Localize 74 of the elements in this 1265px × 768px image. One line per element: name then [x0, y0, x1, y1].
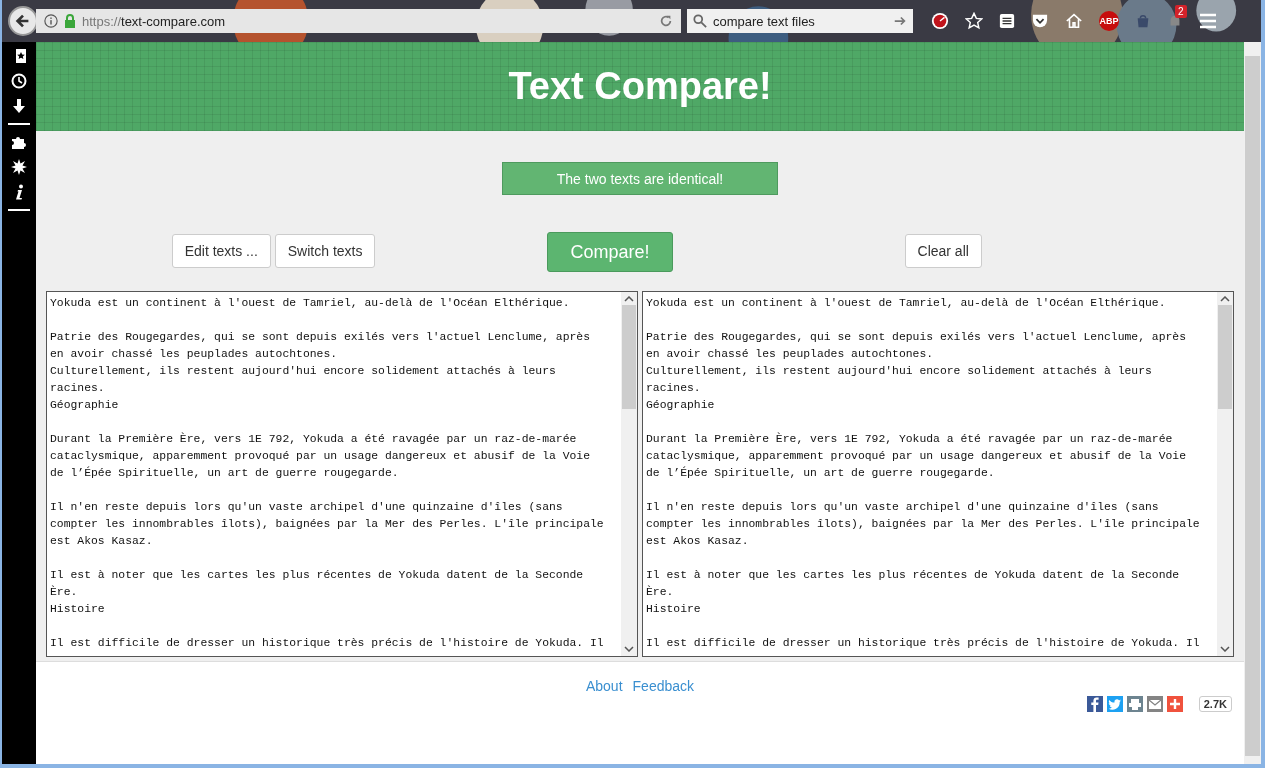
text-line: compter les innombrables îlots), baignées par la Mer des Perles. L'île principale [50, 517, 605, 532]
puzzle-icon[interactable] [11, 134, 27, 150]
menu-icon[interactable] [1199, 13, 1217, 29]
text-line: est Akos Kasaz. [646, 534, 750, 549]
email-share-icon[interactable] [1146, 696, 1163, 712]
text-line: Durant la Première Ère, vers 1E 792, Yokuda a été ravagée par un raz-de-marée [50, 431, 578, 447]
text-line: Il n'en reste depuis lors qu'un vaste archipel d'une quinzaine d'îles (sans [50, 500, 564, 515]
text-line: est Akos Kasaz. [50, 534, 154, 549]
text-line: de l’Épée Spirituelle, un art de guerre rougegarde. [646, 465, 996, 481]
text-line: Durant la Première Ère, vers 1E 792, Yokuda a été ravagée par un raz-de-marée [646, 431, 1174, 447]
text-line: en avoir chassé les peuplades autochtones. [50, 347, 339, 362]
switch-texts-button[interactable]: Switch texts [274, 234, 376, 268]
pocket-icon[interactable] [1031, 13, 1049, 29]
twitter-share-icon[interactable] [1106, 696, 1123, 712]
scrollbar[interactable] [1217, 292, 1233, 656]
text-area[interactable] [642, 291, 1234, 657]
text-line: Il est à noter que les cartes les plus récentes de Yokuda datent de la Seconde [646, 568, 1181, 583]
text-line: Il n'en reste depuis lors qu'un vaste archipel d'une quinzaine d'îles (sans [646, 500, 1160, 515]
clear-all-button[interactable]: Clear all [904, 234, 982, 268]
edit-texts-button[interactable]: Edit texts ... [171, 234, 271, 268]
footer-link[interactable]: About [585, 678, 623, 694]
search-field[interactable]: compare text files [687, 9, 913, 33]
text-line: cataclysmique, apparemment provoqué par un usage dangereux et abusif de la Voie [50, 449, 591, 464]
footer-link[interactable]: Feedback [632, 678, 695, 694]
url-text: https://text-compare.com [82, 13, 227, 29]
scrollbar-thumb[interactable] [622, 305, 636, 409]
record-icon[interactable] [931, 12, 949, 30]
share-count: 2.7K [1198, 696, 1232, 712]
text-line: cataclysmique, apparemment provoqué par un usage dangereux et abusif de la Voie [646, 449, 1187, 464]
search-icon [693, 14, 707, 28]
scrollbar-thumb[interactable] [1218, 305, 1232, 409]
lock-icon [64, 14, 76, 28]
text-line: Histoire [50, 602, 106, 617]
text-line: compter les innombrables îlots), baignées par la Mer des Perles. L'île principale [646, 517, 1201, 532]
text-line: Il est difficile de dresser un historique très précis de l'histoire de Yokuda. Il [50, 636, 605, 651]
text-area[interactable] [46, 291, 638, 657]
scroll-up-icon[interactable] [1220, 296, 1230, 302]
scrollbar[interactable] [621, 292, 637, 656]
text-line: Géographie [50, 398, 120, 413]
go-arrow-icon[interactable] [893, 14, 907, 28]
burst-icon[interactable] [11, 159, 27, 175]
reload-icon[interactable] [659, 14, 673, 28]
reading-list-icon[interactable] [999, 13, 1015, 29]
text-line: Géographie [646, 398, 716, 413]
facebook-share-icon[interactable] [1086, 696, 1103, 712]
notification-badge: 2 [1175, 5, 1187, 18]
star-icon[interactable] [965, 12, 983, 30]
text-line: racines. [50, 381, 106, 396]
bookmarks-icon[interactable] [11, 48, 27, 64]
text-line: Ère. [646, 584, 675, 600]
scroll-down-icon[interactable] [1220, 646, 1230, 652]
site-title: Text Compare! [508, 65, 772, 108]
text-line: en avoir chassé les peuplades autochtones. [646, 347, 935, 362]
home-icon[interactable] [1065, 12, 1083, 30]
text-line: Il est difficile de dresser un historique très précis de l'histoire de Yokuda. Il [646, 636, 1201, 651]
text-line: Histoire [646, 602, 702, 617]
more-share-icon[interactable] [1166, 696, 1183, 712]
text-line: racines. [646, 381, 702, 396]
text-line: de l’Épée Spirituelle, un art de guerre rougegarde. [50, 465, 400, 481]
text-line: Il est à noter que les cartes les plus récentes de Yokuda datent de la Seconde [50, 568, 585, 583]
address-bar[interactable]: https://text-compare.com [36, 9, 681, 33]
print-share-icon[interactable] [1126, 696, 1143, 712]
result-message: The two texts are identical! [502, 162, 778, 195]
text-line: Culturellement, ils restent aujourd'hui encore solidement attachés à leurs [646, 364, 1153, 379]
scroll-down-icon[interactable] [624, 646, 634, 652]
clock-icon[interactable] [11, 73, 27, 89]
text-line: Ère. [50, 584, 79, 600]
text-line: Yokuda est un continent à l'ouest de Tamriel, au-delà de l'Océan Elthérique. [50, 296, 571, 311]
text-line: Culturellement, ils restent aujourd'hui encore solidement attachés à leurs [50, 364, 557, 379]
download-icon[interactable] [11, 98, 27, 114]
scroll-up-icon[interactable] [624, 296, 634, 302]
text-line: Patrie des Rougegardes, qui se sont depuis exilés vers l'actuel Lenclume, après [50, 330, 591, 345]
text-line: Patrie des Rougegardes, qui se sont depuis exilés vers l'actuel Lenclume, après [646, 330, 1187, 345]
text-line: Yokuda est un continent à l'ouest de Tamriel, au-delà de l'Océan Elthérique. [646, 296, 1167, 311]
